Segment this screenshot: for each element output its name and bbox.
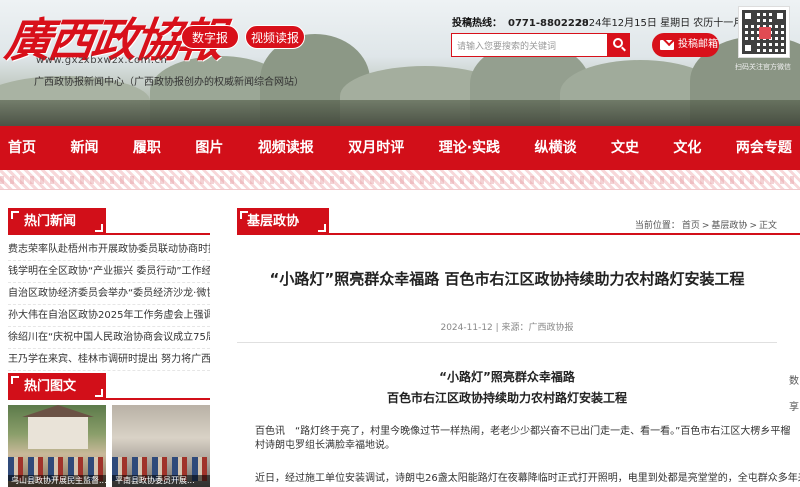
search-button[interactable] <box>608 33 630 57</box>
breadcrumb-page: 正文 <box>758 221 777 231</box>
breadcrumb-separator: > <box>749 221 757 231</box>
mail-icon <box>660 40 674 50</box>
qr-corner <box>774 10 786 22</box>
thumbnail-caption[interactable]: 乌山县政协开展民主监督... <box>8 475 106 487</box>
article-panel: 基层政协 当前位置： 首页 > 基层政协 > 正文 “小路灯”照亮群众幸福路 百色市右江区… <box>237 208 800 484</box>
hot-pics-thumbnails: 乌山县政协开展民主监督... 平南县政协委员开展... <box>8 405 210 487</box>
thumbnail-caption[interactable]: 平南县政协委员开展... <box>112 475 210 487</box>
nav-item-home[interactable]: 首页 <box>8 126 36 170</box>
article-meta: 2024-11-12 | 来源：广西政协报 <box>440 323 574 333</box>
hot-news-title: 热门新闻 <box>8 208 106 235</box>
hotline: 投稿热线： 0771-8802228 <box>452 14 589 29</box>
article-subtitle: “小路灯”照亮群众幸福路 <box>439 370 575 384</box>
divider <box>237 342 777 343</box>
list-item[interactable]: 钱学明在全区政协“产业振兴 委员行动”工作经... <box>8 261 210 283</box>
qr-code <box>738 6 790 58</box>
video-read-button[interactable]: 视频读报 <box>245 25 305 49</box>
nav-item-theory[interactable]: 理论·实践 <box>439 126 500 170</box>
hotline-label: 投稿热线： <box>452 18 502 29</box>
list-item[interactable]: 自治区政协经济委员会举办“委员经济沙龙·微协... <box>8 283 210 305</box>
photo-thumbnail[interactable]: 乌山县政协开展民主监督... <box>8 405 106 487</box>
nav-item-history[interactable]: 文史 <box>611 126 639 170</box>
decorative-band <box>0 170 800 190</box>
qr-pattern <box>742 10 786 54</box>
article-paragraph: 百色讯 “路灯终于亮了，村里今晚像过节一样热闹，老老少少都兴奋不已出门走一走、看… <box>255 426 791 451</box>
building-shape <box>22 405 94 449</box>
list-item[interactable]: 徐绍川在“庆祝中国人民政治协商会议成立75周... <box>8 327 210 349</box>
float-tool[interactable]: 数 <box>788 372 800 387</box>
site-subtitle: 广西政协报新闻中心（广西政协报创办的权威新闻综合网站） <box>34 77 304 88</box>
breadcrumb: 当前位置： 首页 > 基层政协 > 正文 <box>634 218 778 231</box>
qr-corner <box>742 42 754 54</box>
nav-item-talk[interactable]: 纵横谈 <box>535 126 577 170</box>
list-item[interactable]: 费志荣率队赴梧州市开展政协委员联动协商时提... <box>8 239 210 261</box>
hot-pics-title: 热门图文 <box>8 373 106 400</box>
nav-item-duty[interactable]: 履职 <box>133 126 161 170</box>
list-item[interactable]: 王乃学在来宾、桂林市调研时提出 努力将广西打... <box>8 349 210 371</box>
breadcrumb-home[interactable]: 首页 <box>682 221 700 231</box>
nav-item-news[interactable]: 新闻 <box>70 126 98 170</box>
article-subtitle: 百色市右江区政协持续助力农村路灯安装工程 <box>386 391 627 405</box>
nav-item-culture[interactable]: 文化 <box>673 126 701 170</box>
nav-item-video[interactable]: 视频读报 <box>258 126 314 170</box>
list-item[interactable]: 孙大伟在自治区政协2025年工作务虚会上强调 再... <box>8 305 210 327</box>
hot-pics-header: 热门图文 <box>8 373 210 400</box>
hot-news-header: 热门新闻 <box>8 208 210 235</box>
current-date: 2024年12月15日 星期日 农历十一月十五 <box>576 18 764 29</box>
hot-news-list: 费志荣率队赴梧州市开展政协委员联动协商时提... 钱学明在全区政协“产业振兴 委… <box>8 239 210 371</box>
breadcrumb-section[interactable]: 基层政协 <box>711 221 747 231</box>
nav-item-commentary[interactable]: 双月时评 <box>348 126 404 170</box>
site-header: 廣西政協報 www.gxzxbxwzx.com.cn 广西政协报新闻中心（广西政… <box>0 0 800 126</box>
digital-paper-button[interactable]: 数字报 <box>181 25 239 49</box>
search-icon-handle <box>621 46 626 52</box>
nav-item-pictures[interactable]: 图片 <box>195 126 223 170</box>
breadcrumb-separator: > <box>701 221 710 231</box>
qr-corner <box>742 10 754 22</box>
breadcrumb-label: 当前位置： <box>634 221 680 231</box>
section-title: 基层政协 <box>237 208 329 235</box>
article-title: “小路灯”照亮群众幸福路 百色市右江区政协持续助力农村路灯安装工程 <box>269 270 745 288</box>
section-header: 基层政协 当前位置： 首页 > 基层政协 > 正文 <box>237 208 800 235</box>
mail-label: 投稿邮箱 <box>678 39 718 50</box>
article-paragraph: 近日，经过施工单位安装调试，诗朗屯26盏太阳能路灯在夜幕降临时正式打开照明，电里… <box>255 473 800 484</box>
qr-logo <box>759 27 771 39</box>
header-ground <box>0 100 800 126</box>
hot-pics-panel: 热门图文 <box>8 373 210 400</box>
hot-news-panel: 热门新闻 费志荣率队赴梧州市开展政协委员联动协商时提... 钱学明在全区政协“产… <box>8 208 210 371</box>
search-input[interactable]: 请输入您要搜索的关键词 <box>451 33 608 57</box>
submission-mail-button[interactable]: 投稿邮箱 <box>652 33 719 57</box>
qr-caption: 扫码关注官方微信 <box>735 63 791 71</box>
logo-url: www.gxzxbxwzx.com.cn <box>36 55 168 66</box>
photo-thumbnail[interactable]: 平南县政协委员开展... <box>112 405 210 487</box>
main-nav: 首页 新闻 履职 图片 视频读报 双月时评 理论·实践 纵横谈 文史 文化 两会… <box>0 126 800 170</box>
nav-item-two-sessions[interactable]: 两会专题 <box>736 126 792 170</box>
share-icon[interactable]: 享 <box>788 398 800 413</box>
